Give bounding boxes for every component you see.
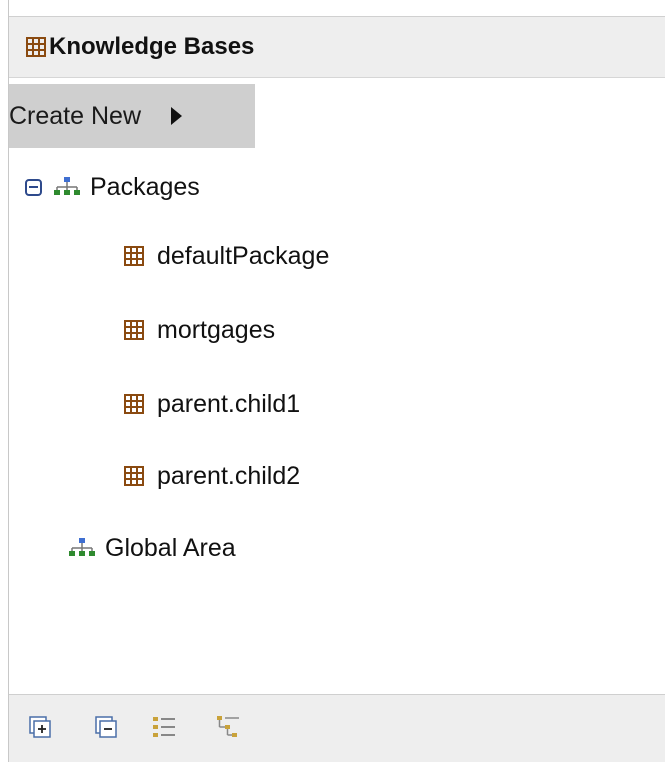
list-view-icon[interactable] [151,714,177,740]
tree-toolbar [9,694,665,762]
hierarchy-icon [54,177,80,195]
tree-item-parent-child1[interactable]: parent.child1 [123,384,300,424]
tree-item-defaultpackage[interactable]: defaultPackage [123,236,329,276]
tree-item-label: mortgages [157,315,276,344]
expand-all-icon[interactable] [27,714,53,740]
collapse-toggle-icon[interactable] [25,178,42,196]
tree-item-label: parent.child1 [157,389,301,418]
collapse-all-icon[interactable] [93,714,119,740]
create-new-menu[interactable]: Create New [9,84,255,148]
tree-item-mortgages[interactable]: mortgages [123,310,275,350]
panel-header: Knowledge Bases [9,16,665,78]
package-icon [124,394,144,414]
panel-title: Knowledge Bases [49,33,255,60]
create-new-label: Create New [9,101,141,130]
tree-node-packages[interactable]: Packages [25,167,200,207]
tree-item-parent-child2[interactable]: parent.child2 [123,456,300,496]
hierarchy-icon [69,538,95,556]
tree-view-icon[interactable] [215,714,241,740]
tree-node-label: Packages [90,172,200,201]
package-icon [26,37,46,57]
triangle-right-icon [171,107,182,125]
tree-item-label: defaultPackage [157,241,330,270]
package-icon [124,320,144,340]
tree-item-label: parent.child2 [157,461,301,490]
package-icon [124,246,144,266]
tree-node-label: Global Area [105,533,236,562]
knowledge-bases-panel: Knowledge Bases Create New Packages defa… [8,0,665,762]
package-icon [124,466,144,486]
tree-node-global-area[interactable]: Global Area [67,528,236,568]
